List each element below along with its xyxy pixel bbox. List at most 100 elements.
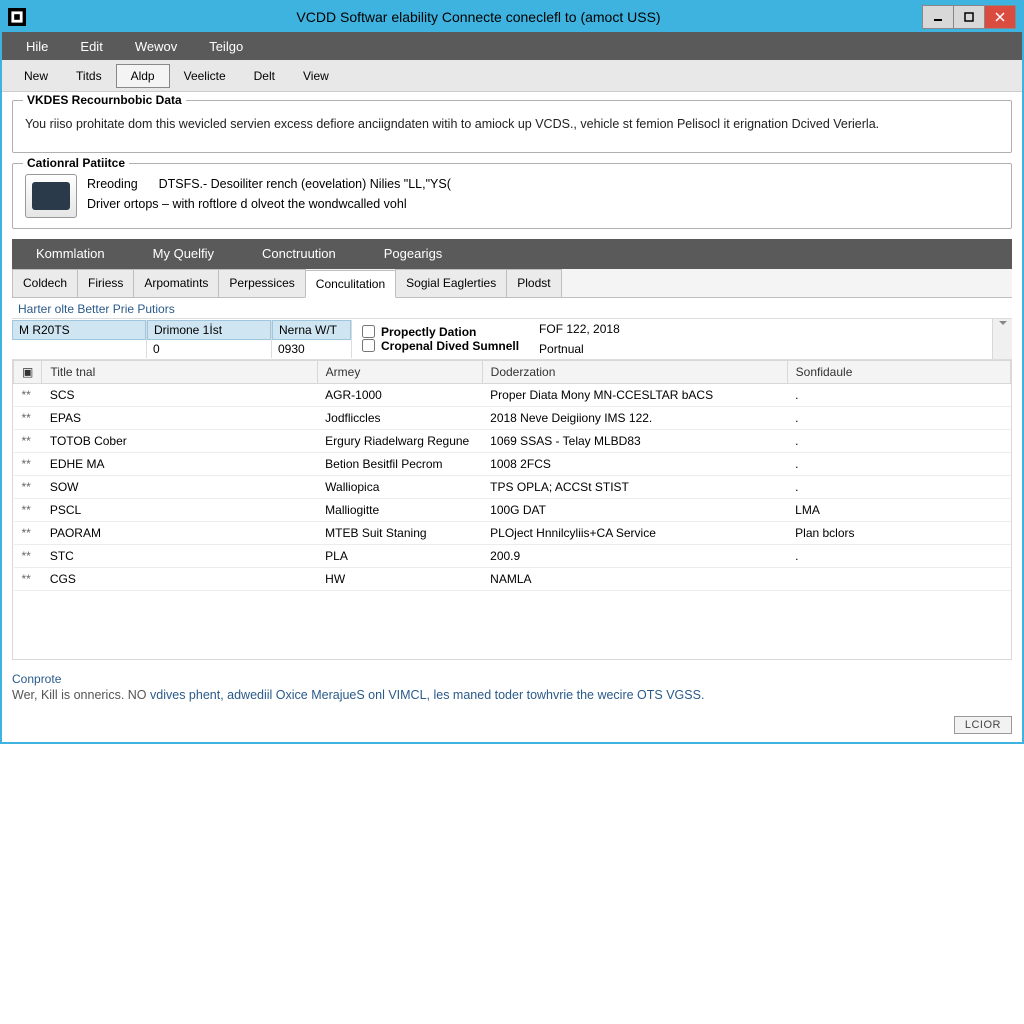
table-cell: EDHE MA [42, 452, 317, 475]
filter-header: Harter olte Better Prie Putiors [12, 298, 1012, 318]
table-cell: 100G DAT [482, 498, 787, 521]
group-recoumbobic: VKDES Recournbobic Data You riiso prohit… [12, 100, 1012, 153]
table-cell: AGR-1000 [317, 383, 482, 406]
table-cell: ** [14, 498, 42, 521]
content-area: VKDES Recournbobic Data You riiso prohit… [2, 92, 1022, 668]
table-cell: SOW [42, 475, 317, 498]
table-cell: NAMLA [482, 567, 787, 590]
table-row[interactable]: **EPASJodfliccles2018 Neve Deigiiony IMS… [14, 406, 1011, 429]
table-cell: PLOject Hnnilcyliis+CA Service [482, 521, 787, 544]
filter-col3-header[interactable]: Nerna W/T [272, 320, 351, 340]
app-icon [8, 8, 26, 26]
dialog-button-row: LCIOR [2, 712, 1022, 742]
subtab-conculitation[interactable]: Conculitation [305, 270, 396, 298]
tab-pogearigs[interactable]: Pogearigs [360, 239, 467, 269]
table-row[interactable]: **SCSAGR-1000Proper Diata Mony MN-CCESLT… [14, 383, 1011, 406]
tool-titds[interactable]: Titds [62, 65, 116, 87]
window-controls [923, 5, 1016, 29]
app-window: VCDD Softwar elability Connecte coneclef… [0, 0, 1024, 744]
table-cell: PSCL [42, 498, 317, 521]
vehicle-icon [25, 174, 77, 218]
table-cell: 1069 SSAS - Telay MLBD83 [482, 429, 787, 452]
table-cell: STC [42, 544, 317, 567]
tool-aldp[interactable]: Aldp [116, 64, 170, 88]
subtab-firiess[interactable]: Firiess [77, 269, 134, 297]
table-row[interactable]: **SOWWalliopicaTPS OPLA; ACCSt STIST. [14, 475, 1011, 498]
primary-tabs: Kommlation My Quelfiy Conctruution Pogea… [12, 239, 1012, 269]
chk-propectly[interactable] [362, 325, 375, 338]
filter-col1-header[interactable]: M R20TS [12, 320, 146, 340]
cat-line2: Driver ortops – with roftlore d olveot t… [87, 197, 407, 211]
menu-hile[interactable]: Hile [10, 39, 64, 54]
maximize-button[interactable] [953, 5, 985, 29]
th-title[interactable]: Title tnal [42, 360, 317, 383]
chk-cropenal[interactable] [362, 339, 375, 352]
subtab-sogial[interactable]: Sogial Eaglerties [395, 269, 507, 297]
th-doderzation[interactable]: Doderzation [482, 360, 787, 383]
filter-col3-value[interactable]: 0930 [272, 340, 351, 358]
menu-teilgo[interactable]: Teilgo [193, 39, 259, 54]
th-armey[interactable]: Armey [317, 360, 482, 383]
table-cell: . [787, 544, 1010, 567]
table-cell: TOTOB Cober [42, 429, 317, 452]
filter-col2-value[interactable]: 0 [147, 340, 271, 358]
th-sonfidaule[interactable]: Sonfidaule [787, 360, 1010, 383]
subtab-perpessices[interactable]: Perpessices [218, 269, 305, 297]
tab-conctruution[interactable]: Conctruution [238, 239, 360, 269]
table-row[interactable]: **STCPLA200.9. [14, 544, 1011, 567]
table-cell: ** [14, 567, 42, 590]
table-cell: ** [14, 452, 42, 475]
tool-veelicte[interactable]: Veelicte [170, 65, 240, 87]
scroll-up-icon[interactable] [992, 319, 1012, 359]
chk-cropenal-label: Cropenal Dived Sumnell [381, 339, 519, 353]
menu-wewov[interactable]: Wewov [119, 39, 193, 54]
table-cell: . [787, 475, 1010, 498]
filter-col1-value[interactable] [12, 340, 146, 358]
table-cell [787, 567, 1010, 590]
footer-text-blue: vdives phent, adwediil Oxice MerajueS on… [150, 688, 704, 702]
table-row[interactable]: **EDHE MABetion Besitfil Pecrom1008 2FCS… [14, 452, 1011, 475]
group-cationral-title: Cationral Patiitce [23, 156, 129, 170]
minimize-button[interactable] [922, 5, 954, 29]
table-cell: Plan bclors [787, 521, 1010, 544]
tab-kommlation[interactable]: Kommlation [12, 239, 129, 269]
table-cell: EPAS [42, 406, 317, 429]
filter-col2-header[interactable]: Drimone 1İst [147, 320, 271, 340]
tab-myquelfiy[interactable]: My Quelfiy [129, 239, 238, 269]
table-cell: ** [14, 429, 42, 452]
table-cell: PAORAM [42, 521, 317, 544]
filter-row: M R20TS Drimone 1İst 0 Nerna W/T 0930 Pr… [12, 318, 1012, 360]
subtab-plodst[interactable]: Plodst [506, 269, 561, 297]
menu-edit[interactable]: Edit [64, 39, 118, 54]
table-cell: . [787, 429, 1010, 452]
subtab-coldech[interactable]: Coldech [12, 269, 78, 297]
table-row[interactable]: **CGSHWNAMLA [14, 567, 1011, 590]
table-cell: 1008 2FCS [482, 452, 787, 475]
window-title: VCDD Softwar elability Connecte coneclef… [34, 9, 923, 25]
table-cell: ** [14, 383, 42, 406]
table-body: **SCSAGR-1000Proper Diata Mony MN-CCESLT… [14, 383, 1011, 590]
toolbar: New Titds Aldp Veelicte Delt View [2, 60, 1022, 92]
tool-new[interactable]: New [10, 65, 62, 87]
th-icon: ▣ [22, 365, 33, 379]
table-cell: Walliopica [317, 475, 482, 498]
table-cell: 200.9 [482, 544, 787, 567]
table-cell: SCS [42, 383, 317, 406]
table-cell: Ergury Riadelwarg Regune [317, 429, 482, 452]
table-row[interactable]: **TOTOB CoberErgury Riadelwarg Regune106… [14, 429, 1011, 452]
footer-text-gray: Wer, Kill is onnerics. NO [12, 688, 150, 702]
table-row[interactable]: **PAORAMMTEB Suit StaningPLOject Hnnilcy… [14, 521, 1011, 544]
table-cell: ** [14, 544, 42, 567]
group-cationral: Cationral Patiitce Rreoding DTSFS.- Deso… [12, 163, 1012, 229]
subtab-arpomatints[interactable]: Arpomatints [133, 269, 219, 297]
lcior-button[interactable]: LCIOR [954, 716, 1012, 734]
tool-delt[interactable]: Delt [240, 65, 289, 87]
chk-propectly-label: Propectly Dation [381, 325, 476, 339]
close-button[interactable] [984, 5, 1016, 29]
tool-view[interactable]: View [289, 65, 343, 87]
cat-line1a: Rreoding [87, 177, 138, 191]
data-table-wrap: ▣ Title tnal Armey Doderzation Sonfidaul… [12, 360, 1012, 660]
secondary-tabs: Coldech Firiess Arpomatints Perpessices … [12, 269, 1012, 298]
table-row[interactable]: **PSCLMalliogitte100G DATLMA [14, 498, 1011, 521]
table-cell: ** [14, 475, 42, 498]
